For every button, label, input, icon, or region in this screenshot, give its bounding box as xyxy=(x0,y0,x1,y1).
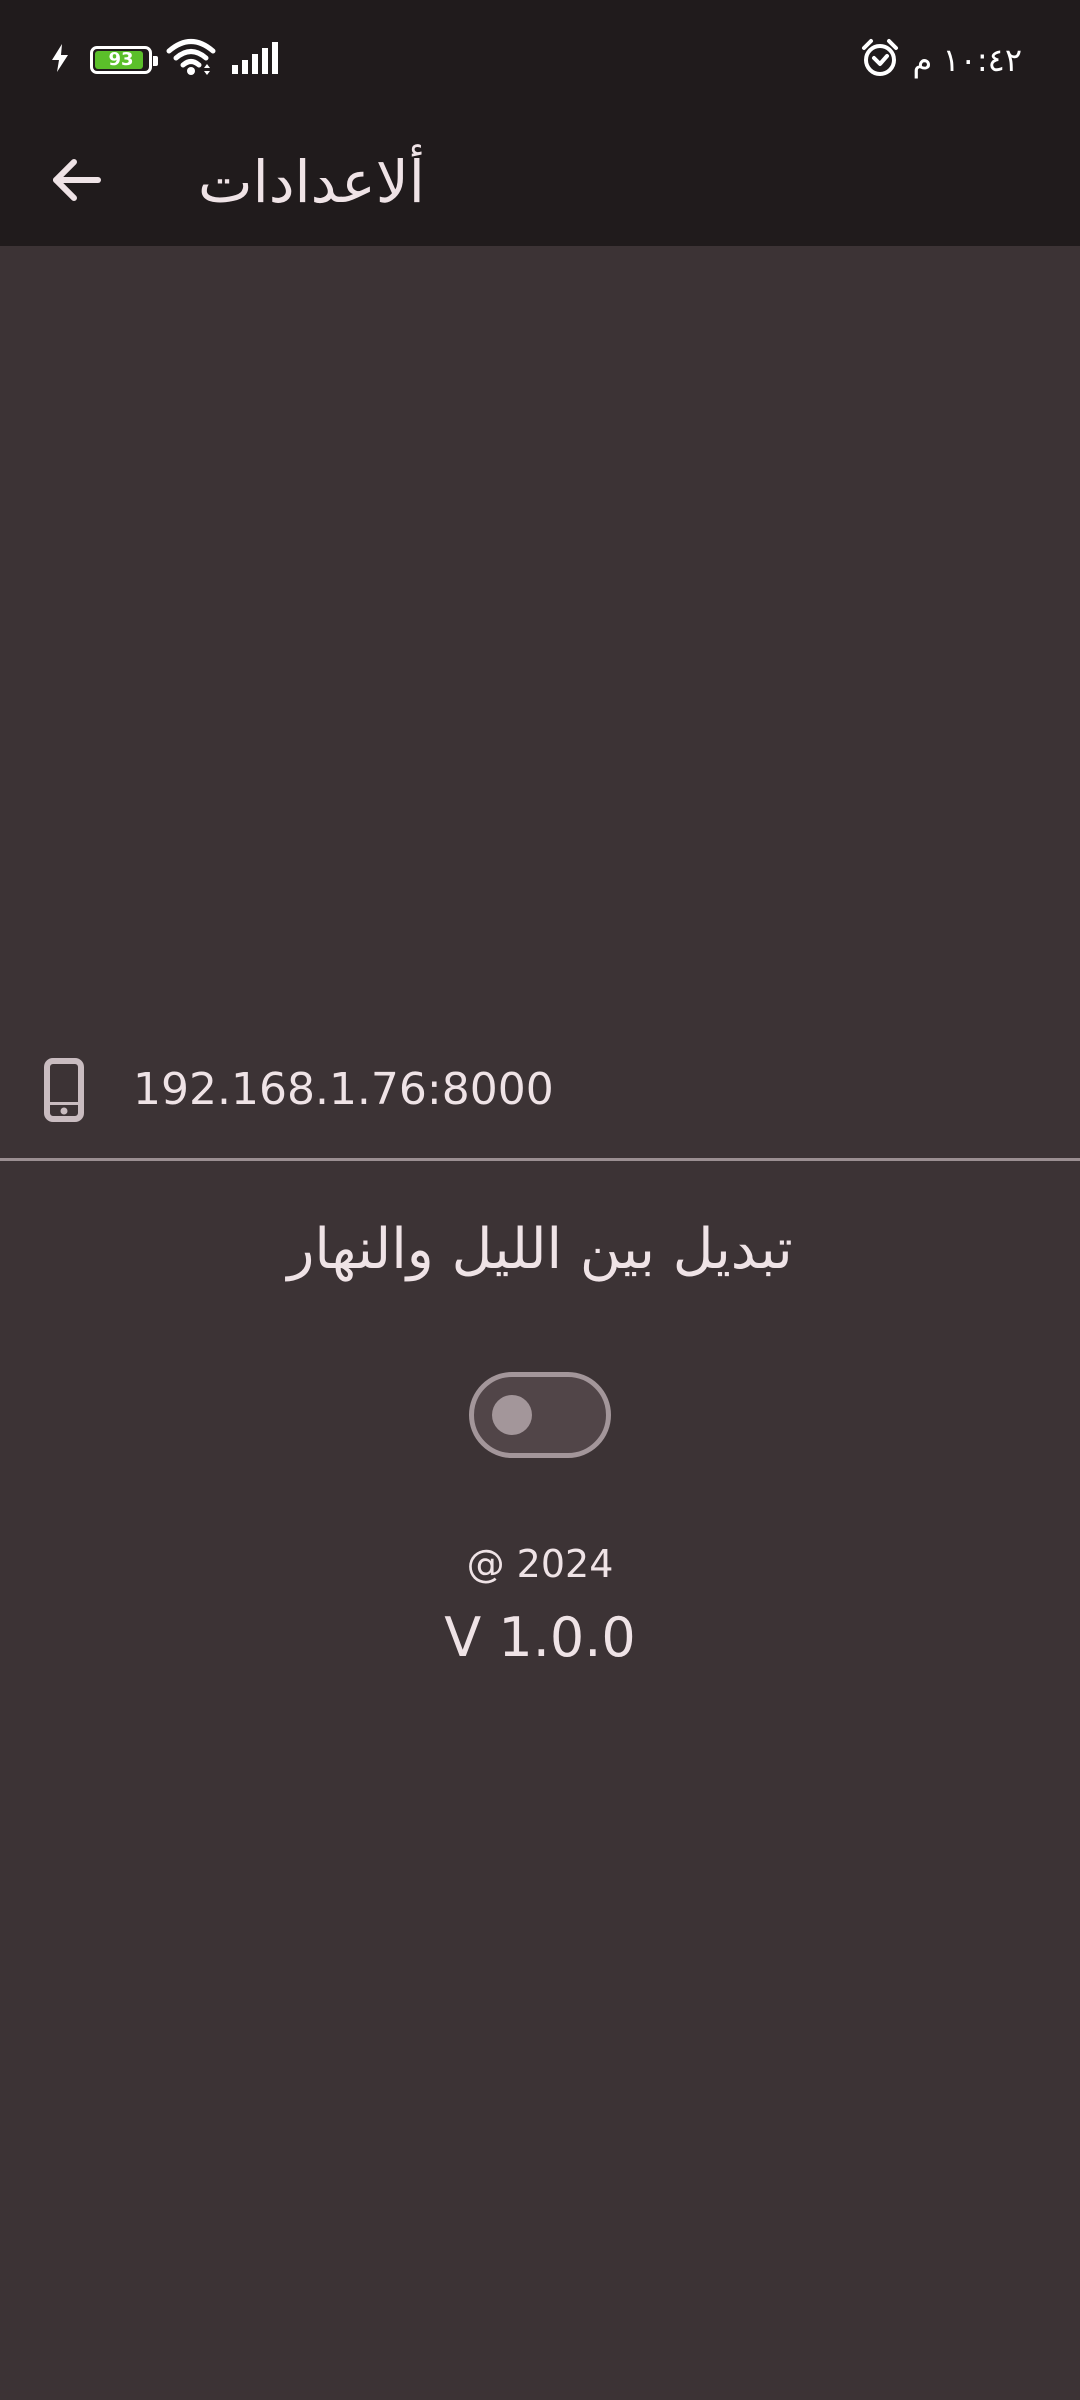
wifi-icon xyxy=(166,38,216,82)
cell-signal-icon xyxy=(230,41,282,79)
status-icons-right: ١٠:٤٢ م xyxy=(860,36,1022,84)
server-address-text: 192.168.1.76:8000 xyxy=(133,1064,554,1115)
server-address-row[interactable]: 192.168.1.76:8000 xyxy=(0,1040,1080,1140)
app-bar: ألاعدادات xyxy=(0,120,1080,246)
status-icons-left: 93 xyxy=(50,38,282,82)
divider xyxy=(0,1158,1080,1161)
status-time: ١٠:٤٢ م xyxy=(912,41,1022,79)
battery-level-text: 93 xyxy=(108,49,134,70)
theme-toggle-switch[interactable] xyxy=(469,1372,611,1458)
battery-icon: 93 xyxy=(90,46,158,74)
charging-bolt-icon xyxy=(50,43,70,77)
back-button[interactable] xyxy=(40,146,112,218)
version-text: V 1.0.0 xyxy=(444,1606,636,1669)
back-arrow-icon xyxy=(48,152,104,212)
copyright-text: @ 2024 xyxy=(466,1542,614,1586)
page-title: ألاعدادات xyxy=(198,148,425,216)
theme-toggle-label: تبديل بين الليل والنهار xyxy=(287,1217,793,1282)
status-bar: 93 ١٠:٤٢ م xyxy=(0,0,1080,120)
settings-screen: 93 ١٠:٤٢ م ألاعدادات 192.168.1.76:8000 ت… xyxy=(0,0,1080,2400)
switch-thumb xyxy=(492,1395,532,1435)
alarm-icon xyxy=(860,38,900,82)
smartphone-icon xyxy=(44,1058,84,1122)
